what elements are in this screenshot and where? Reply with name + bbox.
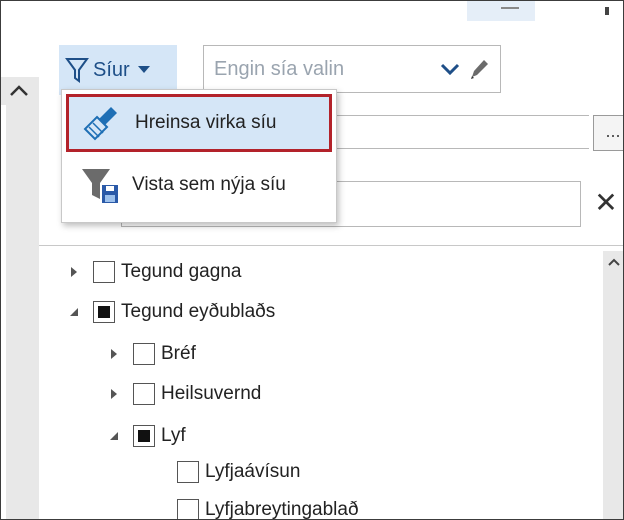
expand-icon[interactable] <box>67 265 81 279</box>
tree-node-label: Lyf <box>161 425 186 446</box>
filter-select-placeholder: Engin sía valin <box>214 57 345 80</box>
scroll-up-icon[interactable] <box>607 257 621 267</box>
more-icon[interactable] <box>605 7 609 15</box>
tree-checkbox[interactable] <box>133 343 155 365</box>
tree-checkbox[interactable] <box>93 261 115 283</box>
filter-select[interactable]: Engin sía valin <box>203 45 501 93</box>
tree-node-label: Lyfjaávísun <box>205 461 301 482</box>
tree-checkbox[interactable] <box>133 383 155 405</box>
menu-item-save-filter[interactable]: Vista sem nýja síu <box>66 156 332 214</box>
panel-edge <box>1 105 6 519</box>
pencil-icon[interactable] <box>468 57 490 81</box>
tree-checkbox[interactable] <box>133 425 155 447</box>
tree-node-label: Tegund eyðublaðs <box>121 301 276 322</box>
tree-divider <box>39 245 623 246</box>
clear-icon[interactable]: ✕ <box>591 187 621 219</box>
collapse-icon[interactable] <box>67 305 81 319</box>
tree-node-label: Lyfjabreytingablað <box>205 499 359 520</box>
expand-icon[interactable] <box>107 347 121 361</box>
tree-node[interactable]: Heilsuvernd <box>107 379 261 409</box>
app-window: Síur Engin sía valin ... ✕ Tegund gagna … <box>0 0 624 520</box>
tree-node[interactable]: Lyfjaávísun <box>177 457 300 487</box>
chevron-down-icon[interactable] <box>440 63 460 75</box>
caret-down-icon <box>137 66 150 73</box>
top-tab[interactable] <box>467 1 535 21</box>
tree-checkbox[interactable] <box>177 499 199 519</box>
tree-node-label: Tegund gagna <box>121 261 242 282</box>
tree-scrollbar[interactable] <box>603 251 623 519</box>
tree-node[interactable]: Lyf <box>107 421 186 451</box>
chevron-up-icon[interactable] <box>7 83 31 99</box>
menu-item-label: Hreinsa virka síu <box>135 112 277 133</box>
menu-item-clear-filter[interactable]: Hreinsa virka síu <box>66 94 332 152</box>
funnel-icon <box>65 58 89 83</box>
tree-node[interactable]: Bréf <box>107 339 196 369</box>
tree-node[interactable]: Tegund eyðublaðs <box>67 297 275 327</box>
collapse-icon[interactable] <box>107 429 121 443</box>
tree-node[interactable]: Tegund gagna <box>67 257 241 287</box>
tree-node-label: Heilsuvernd <box>161 383 262 404</box>
filter-dropdown-menu: Hreinsa virka síu Vista sem nýja síu <box>61 89 337 223</box>
tree-node[interactable]: Lyfjabreytingablað <box>177 495 359 520</box>
expand-icon[interactable] <box>107 387 121 401</box>
funnel-save-icon <box>82 169 118 203</box>
menu-item-label: Vista sem nýja síu <box>132 174 286 195</box>
left-scroll-panel[interactable] <box>1 77 39 519</box>
filter-button-label: Síur <box>93 58 130 81</box>
broom-icon <box>83 107 117 141</box>
tree-checkbox[interactable] <box>177 461 199 483</box>
field-input-row[interactable] <box>333 115 589 149</box>
filter-menu-button[interactable]: Síur <box>59 45 177 95</box>
tree-checkbox[interactable] <box>93 301 115 323</box>
ellipsis-button[interactable]: ... <box>593 115 623 151</box>
tree-node-label: Bréf <box>161 343 196 364</box>
minimize-icon <box>501 7 519 9</box>
